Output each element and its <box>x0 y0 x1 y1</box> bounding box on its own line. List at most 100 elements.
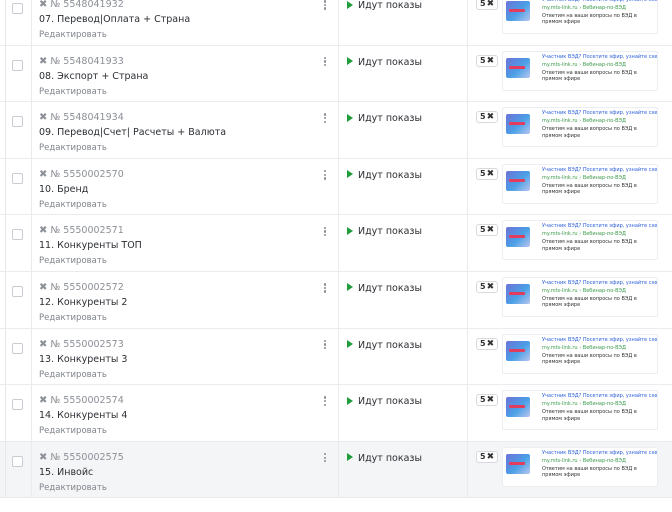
strategy-icon: ✖ <box>39 281 48 293</box>
ads-count-badge[interactable]: 5✖ <box>476 167 499 180</box>
kebab-menu-icon[interactable] <box>319 339 331 353</box>
ads-count-badge[interactable]: 5✖ <box>476 54 499 67</box>
close-icon: ✖ <box>486 0 495 9</box>
column-divider <box>31 215 32 271</box>
row-checkbox[interactable] <box>12 455 23 467</box>
close-icon: ✖ <box>486 112 495 123</box>
column-divider <box>31 0 32 45</box>
kebab-menu-icon[interactable] <box>319 282 331 296</box>
edit-link[interactable]: Редактировать <box>39 87 107 97</box>
ad-preview[interactable]: Участник ВЭД? Посетите эфир, узнайте схе… <box>502 50 658 91</box>
ad-thumbnail <box>506 340 530 361</box>
ads-count-badge[interactable]: 5✖ <box>476 224 499 237</box>
group-name[interactable]: 07. Перевод|Оплата + Страна <box>39 14 190 25</box>
group-id: ✖ № 5550002571 <box>39 225 124 236</box>
row-checkbox[interactable] <box>12 229 23 241</box>
group-name[interactable]: 08. Экспорт + Страна <box>39 71 148 82</box>
column-divider <box>467 102 468 158</box>
group-id-text: № 5550002575 <box>50 451 124 463</box>
column-divider <box>31 271 32 328</box>
status-text: Идут показы <box>358 396 422 408</box>
edit-link[interactable]: Редактировать <box>39 30 107 40</box>
ads-count-badge[interactable]: 5✖ <box>476 111 499 124</box>
ad-preview[interactable]: Участник ВЭД? Посетите эфир, узнайте схе… <box>502 163 658 204</box>
strategy-icon: ✖ <box>39 112 48 124</box>
play-icon <box>347 453 353 462</box>
group-id-text: № 5550002572 <box>50 281 124 293</box>
status: Идут показы <box>347 0 422 11</box>
ads-count-badge[interactable]: 5✖ <box>476 0 499 10</box>
edit-link[interactable]: Редактировать <box>39 370 107 380</box>
ads-count-badge[interactable]: 5✖ <box>476 450 499 463</box>
strategy-icon: ✖ <box>39 225 48 237</box>
ad-preview[interactable]: Участник ВЭД? Посетите эфир, узнайте схе… <box>502 333 658 374</box>
ad-preview[interactable]: Участник ВЭД? Посетите эфир, узнайте схе… <box>502 390 658 431</box>
edit-link[interactable]: Редактировать <box>39 143 107 153</box>
kebab-menu-icon[interactable] <box>319 112 331 126</box>
row-checkbox[interactable] <box>12 116 23 128</box>
campaign-groups-table: ✖ № 5548041932 07. Перевод|Оплата + Стран… <box>0 0 672 499</box>
row-checkbox[interactable] <box>12 399 23 411</box>
ad-thumbnail <box>506 453 530 474</box>
ad-thumbnail <box>506 1 530 21</box>
ads-count-badge[interactable]: 5✖ <box>476 280 499 293</box>
kebab-menu-icon[interactable] <box>319 395 331 409</box>
status-text: Идут показы <box>358 0 422 11</box>
status: Идут показы <box>347 226 422 237</box>
strategy-icon: ✖ <box>39 451 48 463</box>
group-name[interactable]: 10. Бренд <box>39 184 88 195</box>
kebab-menu-icon[interactable] <box>319 452 331 466</box>
row-checkbox[interactable] <box>12 172 23 184</box>
kebab-menu-icon[interactable] <box>319 56 331 70</box>
ad-url: my.mts-link.ru › Вебинар-по-ВЭД <box>542 61 626 68</box>
ad-url: my.mts-link.ru › Вебинар-по-ВЭД <box>542 118 626 125</box>
ads-count: 5 <box>480 168 486 178</box>
group-name[interactable]: 09. Перевод|Счет| Расчеты + Валюта <box>39 127 226 138</box>
column-divider <box>338 45 339 102</box>
group-name[interactable]: 13. Конкуренты 3 <box>39 354 127 365</box>
group-name[interactable]: 14. Конкуренты 4 <box>39 410 127 421</box>
ad-preview[interactable]: Участник ВЭД? Посетите эфир, узнайте схе… <box>502 446 658 487</box>
row-checkbox[interactable] <box>12 285 23 297</box>
ads-count: 5 <box>480 338 486 348</box>
ad-preview[interactable]: Участник ВЭД? Посетите эфир, узнайте схе… <box>502 276 658 317</box>
group-id: ✖ № 5548041932 <box>39 0 124 10</box>
column-divider <box>467 215 468 271</box>
close-icon: ✖ <box>486 55 495 66</box>
edit-link[interactable]: Редактировать <box>39 483 107 493</box>
edit-link[interactable]: Редактировать <box>39 426 107 436</box>
row-checkbox[interactable] <box>12 59 23 71</box>
kebab-menu-icon[interactable] <box>319 0 331 13</box>
ad-title: Участник ВЭД? Посетите эфир, узнайте схе… <box>542 336 658 343</box>
row-checkbox[interactable] <box>12 342 23 354</box>
strategy-icon: ✖ <box>39 168 48 180</box>
column-divider <box>338 0 339 45</box>
play-icon <box>347 283 353 292</box>
ads-count-badge[interactable]: 5✖ <box>476 394 499 407</box>
kebab-menu-icon[interactable] <box>319 169 331 183</box>
group-id: ✖ № 5550002575 <box>39 452 124 463</box>
edit-link[interactable]: Редактировать <box>39 256 107 266</box>
ad-url: my.mts-link.ru › Вебинар-по-ВЭД <box>542 174 626 181</box>
group-name[interactable]: 15. Инвойс <box>39 467 93 478</box>
status: Идут показы <box>347 57 422 68</box>
kebab-menu-icon[interactable] <box>319 225 331 239</box>
ad-text: Ответим на ваши вопросы по ВЭД в прямом … <box>542 126 637 139</box>
group-name[interactable]: 11. Конкуренты ТОП <box>39 240 142 251</box>
group-name[interactable]: 12. Конкуренты 2 <box>39 297 127 308</box>
column-divider <box>467 328 468 385</box>
ad-preview[interactable]: Участник ВЭД? Посетите эфир, узнайте схе… <box>502 0 658 34</box>
strategy-icon: ✖ <box>39 55 48 67</box>
ad-preview[interactable]: Участник ВЭД? Посетите эфир, узнайте схе… <box>502 220 658 261</box>
ad-preview[interactable]: Участник ВЭД? Посетите эфир, узнайте схе… <box>502 107 658 148</box>
edit-link[interactable]: Редактировать <box>39 200 107 210</box>
column-divider <box>467 441 468 498</box>
table-row: ✖ № 5550002570 10. Бренд Редактировать Ид… <box>0 158 672 216</box>
column-divider <box>338 271 339 328</box>
row-checkbox[interactable] <box>12 3 23 14</box>
column-divider <box>31 45 32 102</box>
ad-thumbnail <box>506 57 530 78</box>
ads-count-badge[interactable]: 5✖ <box>476 337 499 350</box>
ad-url: my.mts-link.ru › Вебинар-по-ВЭД <box>542 287 626 294</box>
edit-link[interactable]: Редактировать <box>39 313 107 323</box>
